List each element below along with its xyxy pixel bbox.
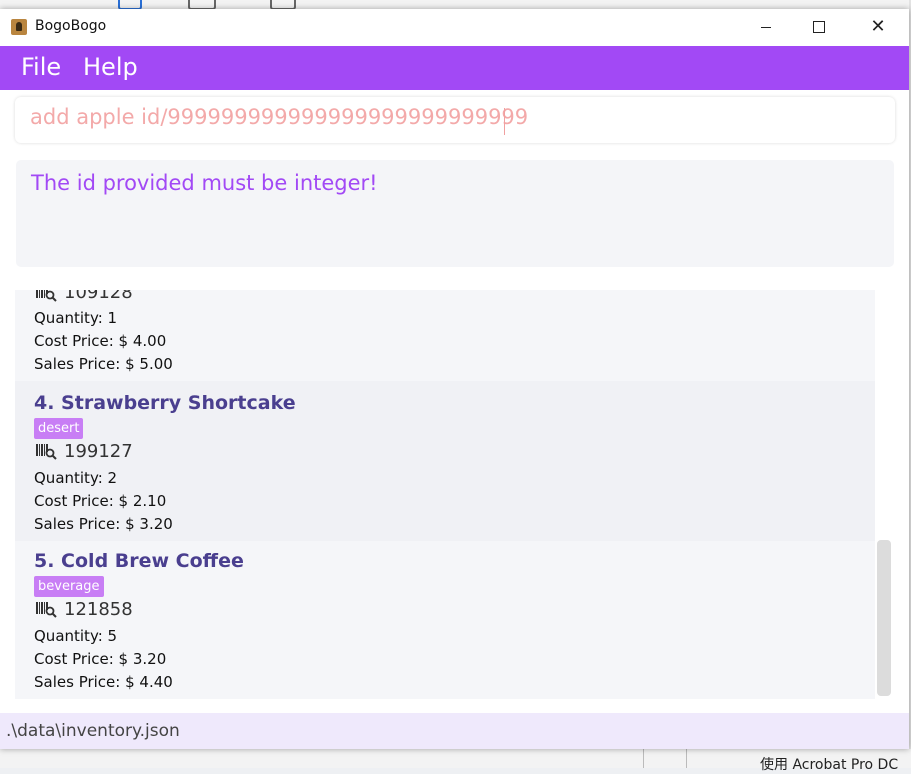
sales-price-label: Sales Price: $ 3.20 <box>34 515 173 533</box>
background-acrobat-text: 使用 Acrobat Pro DC <box>760 757 899 773</box>
minimize-button[interactable] <box>743 9 789 46</box>
result-message: The id provided must be integer! <box>31 171 378 195</box>
quantity-label: Quantity: 1 <box>34 309 118 327</box>
window-title: BogoBogo <box>35 18 107 34</box>
inventory-list[interactable]: 109128 Quantity: 1 Cost Price: $ 4.00 Sa… <box>15 290 894 709</box>
result-display: The id provided must be integer! <box>16 160 894 267</box>
quantity-label: Quantity: 5 <box>34 627 118 645</box>
item-title: 4. Strawberry Shortcake <box>34 392 296 414</box>
item-title: 5. Cold Brew Coffee <box>34 550 244 572</box>
command-box <box>15 97 895 143</box>
background-divider <box>643 749 644 768</box>
cost-price-label: Cost Price: $ 2.10 <box>34 492 167 510</box>
item-tag: desert <box>34 418 84 439</box>
background-divider <box>686 749 687 768</box>
app-window: BogoBogo ✕ File Help The id provided mus… <box>0 9 909 749</box>
close-button[interactable]: ✕ <box>855 9 901 46</box>
cost-price-label: Cost Price: $ 3.20 <box>34 650 167 668</box>
barcode-value: 199127 <box>64 441 133 462</box>
menu-bar: File Help <box>0 46 909 90</box>
barcode-search-icon <box>36 602 57 618</box>
barcode-search-icon <box>36 444 57 460</box>
app-logo-icon <box>11 19 27 35</box>
command-input[interactable] <box>30 105 880 129</box>
list-item[interactable]: 4. Strawberry Shortcake desert 199127 Qu… <box>15 381 875 541</box>
menu-help[interactable]: Help <box>83 53 138 81</box>
barcode-search-icon <box>36 290 57 302</box>
title-bar: BogoBogo ✕ <box>0 9 909 46</box>
status-bar: .\data\inventory.json <box>0 713 909 749</box>
main-content: The id provided must be integer! 109128 … <box>0 90 909 749</box>
status-file-path: .\data\inventory.json <box>6 721 180 741</box>
list-scrollbar[interactable] <box>877 540 891 696</box>
barcode-value: 109128 <box>64 290 133 303</box>
quantity-label: Quantity: 2 <box>34 469 118 487</box>
sales-price-label: Sales Price: $ 4.40 <box>34 673 173 691</box>
text-caret <box>504 108 505 135</box>
maximize-button[interactable] <box>796 9 842 46</box>
list-item[interactable]: 5. Cold Brew Coffee beverage 121858 Quan… <box>15 541 875 699</box>
item-tag: beverage <box>34 576 104 597</box>
cost-price-label: Cost Price: $ 4.00 <box>34 332 167 350</box>
list-item[interactable]: 109128 Quantity: 1 Cost Price: $ 4.00 Sa… <box>15 290 875 381</box>
sales-price-label: Sales Price: $ 5.00 <box>34 355 173 373</box>
barcode-value: 121858 <box>64 599 133 620</box>
menu-file[interactable]: File <box>21 53 61 81</box>
